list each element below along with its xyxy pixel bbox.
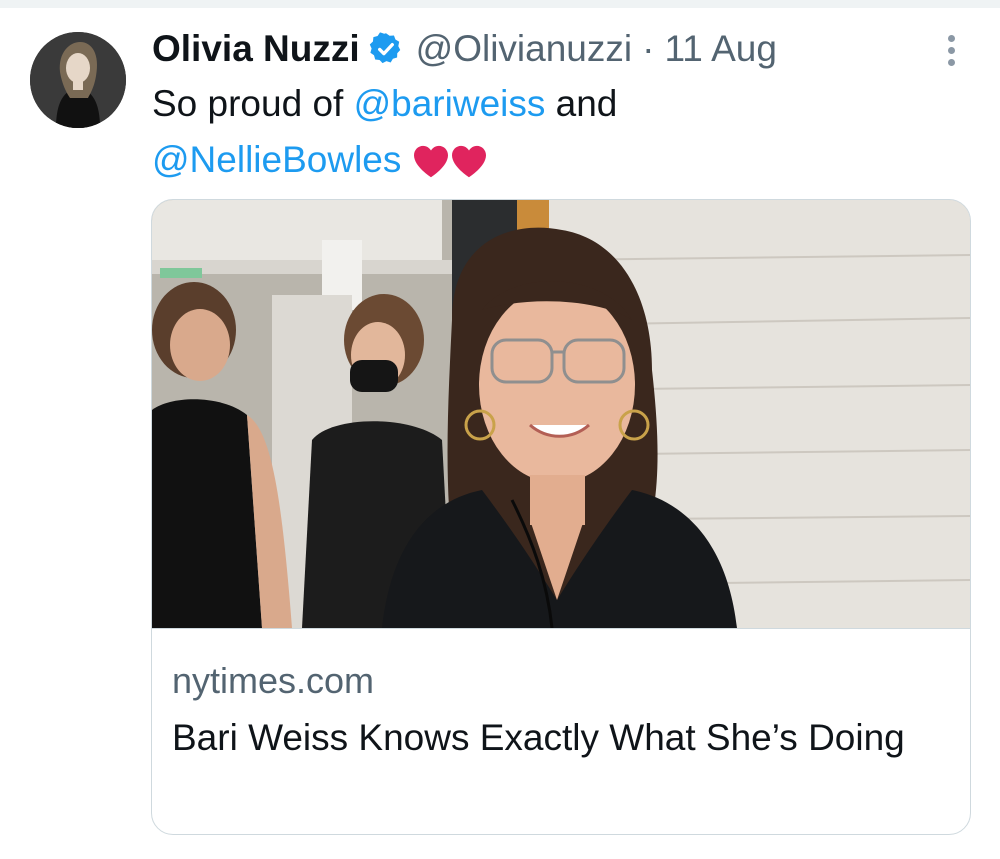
link-card[interactable]: nytimes.com Bari Weiss Knows Exactly Wha… [151,199,971,835]
top-divider [0,0,1000,8]
avatar[interactable] [30,32,126,128]
tweet-text: So proud of @bariweiss and @NellieBowles [152,76,952,188]
heart-emoji-icon [450,144,488,178]
more-options-icon[interactable] [936,30,966,70]
tweet-text-part: So proud of [152,83,354,124]
dot-separator: · [642,28,655,69]
card-domain: nytimes.com [172,660,375,701]
mention-nelliebowles[interactable]: @NellieBowles [152,139,401,180]
author-handle[interactable]: @Olivianuzzi [416,28,632,70]
article-photo[interactable] [152,200,970,628]
heart-emoji-icon [412,144,450,178]
verified-badge-icon [368,31,404,67]
tweet-text-part: and [545,83,618,124]
tweet-header: Olivia Nuzzi @Olivianuzzi · 11 Aug [152,24,777,74]
timestamp[interactable]: 11 Aug [664,28,776,70]
card-divider [152,628,970,629]
card-headline[interactable]: Bari Weiss Knows Exactly What She’s Doin… [172,712,932,764]
avatar-photo [30,32,126,128]
author-name[interactable]: Olivia Nuzzi [152,28,360,70]
mention-bariweiss[interactable]: @bariweiss [354,83,546,124]
